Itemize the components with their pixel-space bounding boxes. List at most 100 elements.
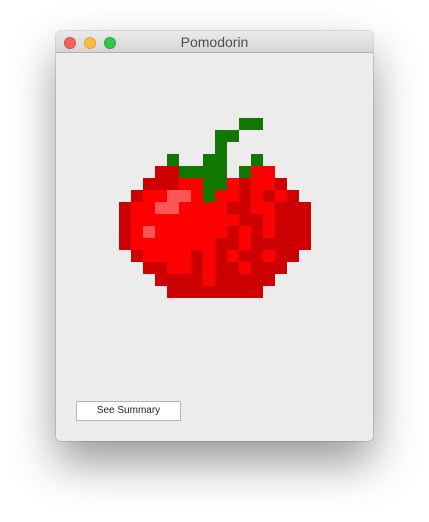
tomato-body-pixel bbox=[155, 166, 168, 179]
tomato-body-pixel bbox=[191, 190, 204, 203]
tomato-stem-pixel bbox=[203, 190, 216, 203]
tomato-body-pixel bbox=[179, 262, 192, 275]
title-bar[interactable]: Pomodorin bbox=[56, 31, 373, 53]
tomato-body-pixel bbox=[179, 214, 192, 227]
tomato-body-pixel bbox=[299, 202, 312, 215]
tomato-body-pixel bbox=[239, 238, 252, 251]
tomato-body-pixel bbox=[155, 190, 168, 203]
tomato-body-pixel bbox=[227, 286, 240, 298]
tomato-body-pixel bbox=[299, 214, 312, 227]
tomato-body-pixel bbox=[275, 238, 288, 251]
tomato-stem-pixel bbox=[203, 154, 216, 167]
tomato-body-pixel bbox=[143, 190, 156, 203]
tomato-body-pixel bbox=[215, 250, 228, 263]
tomato-body-pixel bbox=[251, 274, 264, 287]
tomato-body-pixel bbox=[275, 262, 288, 275]
tomato-body-pixel bbox=[251, 286, 264, 298]
tomato-body-pixel bbox=[155, 250, 168, 263]
tomato-body-pixel bbox=[119, 238, 132, 251]
tomato-stem-pixel bbox=[191, 166, 204, 179]
tomato-body-pixel bbox=[155, 214, 168, 227]
tomato-body-pixel bbox=[191, 178, 204, 191]
tomato-body-pixel bbox=[179, 226, 192, 239]
tomato-body-pixel bbox=[119, 214, 132, 227]
tomato-body-pixel bbox=[143, 202, 156, 215]
tomato-body-pixel bbox=[239, 178, 252, 191]
tomato-body-pixel bbox=[299, 238, 312, 251]
tomato-body-pixel bbox=[227, 190, 240, 203]
tomato-body-pixel bbox=[167, 202, 180, 215]
tomato-body-pixel bbox=[275, 190, 288, 203]
tomato-body-pixel bbox=[167, 250, 180, 263]
tomato-body-pixel bbox=[251, 262, 264, 275]
tomato-body-pixel bbox=[275, 226, 288, 239]
tomato-body-pixel bbox=[119, 226, 132, 239]
tomato-body-pixel bbox=[203, 214, 216, 227]
tomato-body-pixel bbox=[263, 214, 276, 227]
pixel-tomato-icon bbox=[119, 118, 312, 298]
tomato-stem-pixel bbox=[239, 166, 252, 179]
tomato-body-pixel bbox=[251, 166, 264, 179]
tomato-body-pixel bbox=[227, 274, 240, 287]
tomato-body-pixel bbox=[263, 166, 276, 179]
tomato-body-pixel bbox=[179, 250, 192, 263]
tomato-body-pixel bbox=[227, 214, 240, 227]
tomato-body-pixel bbox=[143, 214, 156, 227]
tomato-stem-pixel bbox=[215, 130, 228, 143]
tomato-body-pixel bbox=[203, 202, 216, 215]
tomato-body-pixel bbox=[203, 226, 216, 239]
tomato-body-pixel bbox=[167, 238, 180, 251]
tomato-body-pixel bbox=[251, 178, 264, 191]
tomato-body-pixel bbox=[131, 214, 144, 227]
tomato-body-pixel bbox=[263, 250, 276, 263]
tomato-stem-pixel bbox=[179, 166, 192, 179]
tomato-stem-pixel bbox=[239, 118, 252, 131]
tomato-body-pixel bbox=[179, 202, 192, 215]
tomato-body-pixel bbox=[263, 226, 276, 239]
tomato-body-pixel bbox=[275, 202, 288, 215]
see-summary-button[interactable]: See Summary bbox=[76, 401, 181, 421]
tomato-body-pixel bbox=[167, 178, 180, 191]
tomato-body-pixel bbox=[203, 274, 216, 287]
tomato-body-pixel bbox=[167, 262, 180, 275]
tomato-stem-pixel bbox=[203, 166, 216, 179]
tomato-body-pixel bbox=[191, 262, 204, 275]
tomato-stem-pixel bbox=[227, 130, 240, 143]
tomato-body-pixel bbox=[263, 190, 276, 203]
tomato-body-pixel bbox=[131, 238, 144, 251]
tomato-body-pixel bbox=[215, 190, 228, 203]
tomato-body-pixel bbox=[203, 250, 216, 263]
tomato-body-pixel bbox=[143, 238, 156, 251]
tomato-body-pixel bbox=[167, 274, 180, 287]
tomato-body-pixel bbox=[131, 190, 144, 203]
tomato-body-pixel bbox=[191, 274, 204, 287]
tomato-body-pixel bbox=[191, 214, 204, 227]
tomato-body-pixel bbox=[251, 190, 264, 203]
tomato-body-pixel bbox=[263, 262, 276, 275]
tomato-body-pixel bbox=[167, 226, 180, 239]
tomato-body-pixel bbox=[251, 250, 264, 263]
tomato-body-pixel bbox=[263, 202, 276, 215]
tomato-body-pixel bbox=[287, 190, 300, 203]
tomato-body-pixel bbox=[155, 226, 168, 239]
tomato-body-pixel bbox=[227, 238, 240, 251]
tomato-body-pixel bbox=[275, 178, 288, 191]
tomato-body-pixel bbox=[167, 286, 180, 298]
window-title: Pomodorin bbox=[180, 34, 249, 50]
tomato-body-pixel bbox=[287, 250, 300, 263]
tomato-body-pixel bbox=[215, 262, 228, 275]
tomato-stem-pixel bbox=[251, 118, 264, 131]
tomato-body-pixel bbox=[239, 202, 252, 215]
tomato-stem-pixel bbox=[203, 178, 216, 191]
tomato-body-pixel bbox=[143, 262, 156, 275]
tomato-body-pixel bbox=[131, 250, 144, 263]
tomato-body-pixel bbox=[179, 286, 192, 298]
tomato-body-pixel bbox=[299, 226, 312, 239]
tomato-body-pixel bbox=[227, 262, 240, 275]
app-window: Pomodorin See Summary bbox=[56, 31, 373, 441]
tomato-body-pixel bbox=[191, 238, 204, 251]
tomato-body-pixel bbox=[155, 238, 168, 251]
tomato-body-pixel bbox=[119, 202, 132, 215]
tomato-body-pixel bbox=[155, 262, 168, 275]
tomato-stem-pixel bbox=[215, 166, 228, 179]
